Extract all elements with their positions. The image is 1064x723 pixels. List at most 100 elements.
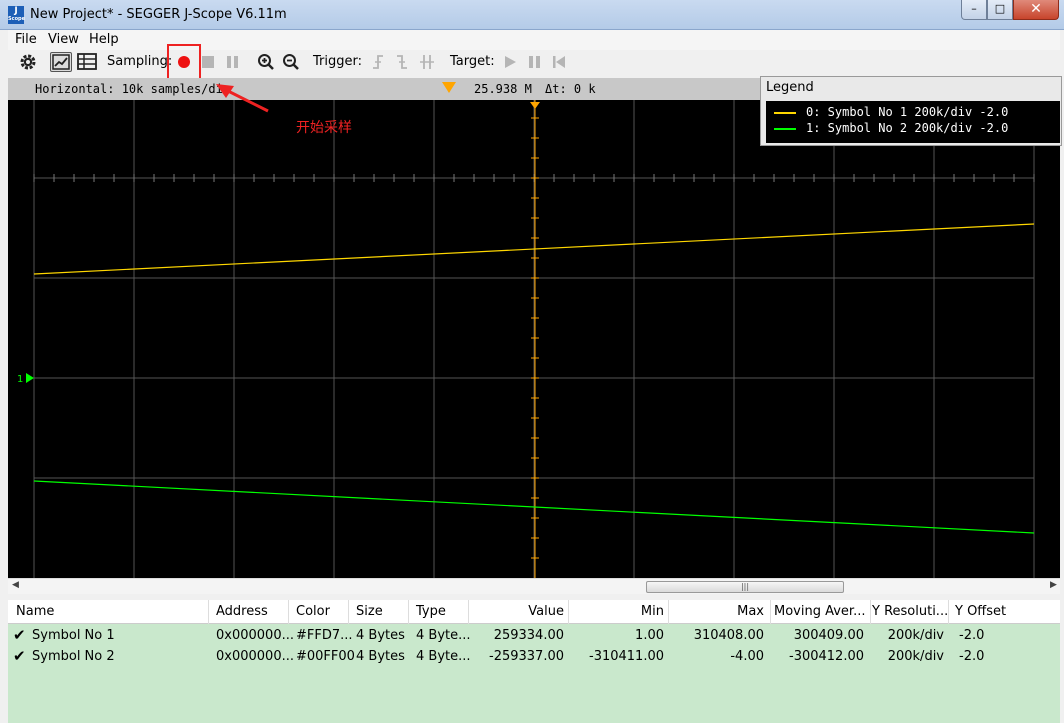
cell-size: 4 Bytes xyxy=(356,649,405,664)
toolbar: Sampling: Trigger: Target: xyxy=(8,44,1060,82)
col-value[interactable]: Value xyxy=(478,604,564,619)
menu-view[interactable]: View xyxy=(48,32,79,47)
trigger-both-icon[interactable] xyxy=(417,52,439,72)
col-max[interactable]: Max xyxy=(678,604,764,619)
legend-swatch-0 xyxy=(774,112,796,114)
col-divider[interactable] xyxy=(870,600,871,624)
cell-min: -310411.00 xyxy=(589,649,664,664)
target-reset-icon[interactable] xyxy=(549,52,571,72)
zoom-out-icon[interactable] xyxy=(281,52,303,72)
zoom-in-icon[interactable] xyxy=(256,52,278,72)
table-view-icon[interactable] xyxy=(76,52,98,72)
title-bar: J Scope New Project* - SEGGER J-Scope V6… xyxy=(0,0,1064,30)
scroll-left-icon[interactable]: ◀ xyxy=(12,580,19,590)
menu-help[interactable]: Help xyxy=(89,32,119,47)
col-divider[interactable] xyxy=(770,600,771,624)
col-divider[interactable] xyxy=(948,600,949,624)
cell-color: #FFD7... xyxy=(296,628,353,643)
table-header: Name Address Color Size Type Value Min M… xyxy=(8,600,1060,624)
trigger-label: Trigger: xyxy=(313,54,362,69)
checkmark-icon[interactable]: ✔ xyxy=(13,626,26,644)
cell-address: 0x000000... xyxy=(216,649,294,664)
cell-y-offset: -2.0 xyxy=(959,649,985,664)
col-divider[interactable] xyxy=(668,600,669,624)
cell-value: -259337.00 xyxy=(489,649,564,664)
target-label: Target: xyxy=(450,54,495,69)
maximize-button[interactable]: □ xyxy=(987,0,1013,20)
cursor-value: 25.938 M xyxy=(474,82,532,96)
cell-y-resolution: 200k/div xyxy=(887,649,944,664)
cell-address: 0x000000... xyxy=(216,628,294,643)
annotation-text: 开始采样 xyxy=(296,120,352,136)
cell-size: 4 Bytes xyxy=(356,628,405,643)
col-color[interactable]: Color xyxy=(296,604,330,619)
scrollbar-thumb[interactable]: ||| xyxy=(646,581,844,593)
cell-moving-average: -300412.00 xyxy=(789,649,864,664)
legend-entry-0: 0: Symbol No 1 200k/div -2.0 xyxy=(806,105,1009,119)
app-icon-letter: J xyxy=(14,6,18,16)
delta-t: Δt: 0 k xyxy=(545,82,596,96)
menu-file[interactable]: File xyxy=(15,32,37,47)
record-icon[interactable] xyxy=(174,52,196,72)
col-divider[interactable] xyxy=(288,600,289,624)
col-size[interactable]: Size xyxy=(356,604,383,619)
scope-plot[interactable]: 1 xyxy=(8,100,1060,578)
cell-color: #00FF00 xyxy=(296,649,355,664)
cell-value: 259334.00 xyxy=(493,628,564,643)
app-icon-caption: Scope xyxy=(8,16,25,22)
time-cursor-handle-icon[interactable] xyxy=(530,102,540,109)
cell-name: Symbol No 2 xyxy=(32,649,115,664)
scroll-right-icon[interactable]: ▶ xyxy=(1050,580,1057,590)
cell-y-offset: -2.0 xyxy=(959,628,985,643)
col-type[interactable]: Type xyxy=(416,604,446,619)
col-min[interactable]: Min xyxy=(578,604,664,619)
app-icon: J Scope xyxy=(8,6,25,24)
col-divider[interactable] xyxy=(468,600,469,624)
table-row[interactable]: ✔ Symbol No 2 0x000000... #00FF00 4 Byte… xyxy=(8,646,1060,667)
legend-swatch-1 xyxy=(774,128,796,130)
cell-type: 4 Byte... xyxy=(416,628,471,643)
minimize-button[interactable]: – xyxy=(961,0,987,20)
horizontal-scrollbar[interactable]: ◀ ||| ▶ xyxy=(8,578,1060,594)
cell-y-resolution: 200k/div xyxy=(887,628,944,643)
sampling-label: Sampling: xyxy=(107,54,173,69)
col-divider[interactable] xyxy=(208,600,209,624)
legend-title: Legend xyxy=(766,80,814,95)
target-run-icon[interactable] xyxy=(500,52,522,72)
graph-view-icon[interactable] xyxy=(50,52,72,72)
legend-panel[interactable]: Legend 0: Symbol No 1 200k/div -2.0 1: S… xyxy=(760,76,1062,146)
checkmark-icon[interactable]: ✔ xyxy=(13,647,26,665)
menu-bar: File View Help xyxy=(8,30,1060,50)
cell-name: Symbol No 1 xyxy=(32,628,115,643)
target-halt-icon[interactable] xyxy=(525,52,547,72)
col-name[interactable]: Name xyxy=(16,604,54,619)
col-moving-average[interactable]: Moving Aver... xyxy=(774,604,865,619)
legend-entry-1: 1: Symbol No 2 200k/div -2.0 xyxy=(806,121,1009,135)
col-divider[interactable] xyxy=(568,600,569,624)
col-y-offset[interactable]: Y Offset xyxy=(955,604,1006,619)
col-divider[interactable] xyxy=(348,600,349,624)
cell-type: 4 Byte... xyxy=(416,649,471,664)
pause-icon[interactable] xyxy=(223,52,245,72)
legend-body: 0: Symbol No 1 200k/div -2.0 1: Symbol N… xyxy=(766,101,1060,143)
trigger-falling-icon[interactable] xyxy=(392,52,414,72)
channel-marker-icon[interactable] xyxy=(26,373,34,383)
symbol-table: Name Address Color Size Type Value Min M… xyxy=(8,600,1060,723)
settings-gear-icon[interactable] xyxy=(18,52,40,72)
trigger-rising-icon[interactable] xyxy=(368,52,390,72)
cursor-marker-icon[interactable] xyxy=(442,82,456,94)
close-button[interactable]: ✕ xyxy=(1013,0,1059,20)
col-address[interactable]: Address xyxy=(216,604,268,619)
cell-max: -4.00 xyxy=(730,649,764,664)
channel-marker-label: 1 xyxy=(17,374,23,385)
col-divider[interactable] xyxy=(408,600,409,624)
cell-moving-average: 300409.00 xyxy=(793,628,864,643)
col-y-resolution[interactable]: Y Resoluti... xyxy=(872,604,948,619)
window-title: New Project* - SEGGER J-Scope V6.11m xyxy=(30,7,287,22)
scope-canvas[interactable]: 1 xyxy=(8,100,1060,578)
stop-icon[interactable] xyxy=(198,52,220,72)
horizontal-scale: Horizontal: 10k samples/di xyxy=(35,82,223,96)
cell-min: 1.00 xyxy=(635,628,664,643)
table-row[interactable]: ✔ Symbol No 1 0x000000... #FFD7... 4 Byt… xyxy=(8,625,1060,646)
cell-max: 310408.00 xyxy=(693,628,764,643)
